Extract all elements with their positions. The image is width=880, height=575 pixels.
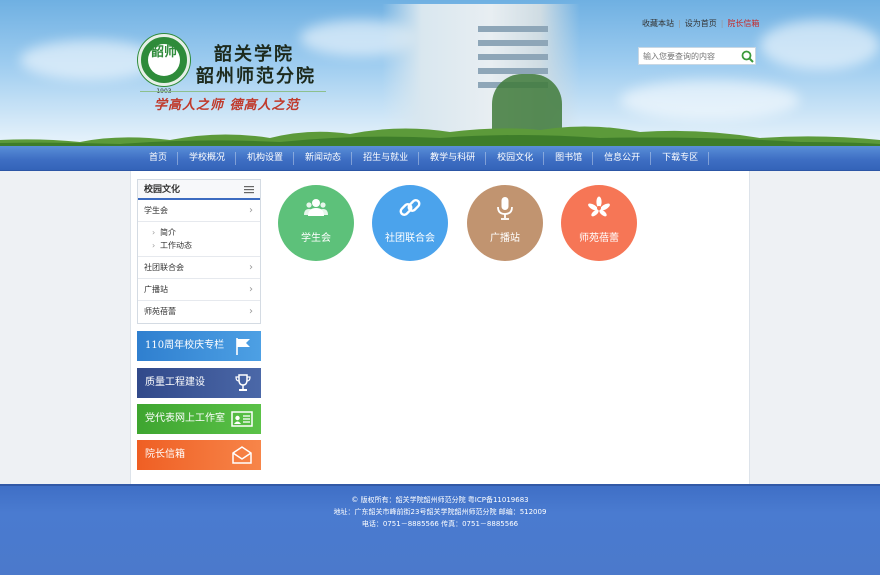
mail-icon — [232, 446, 252, 464]
circle-shiyuan-beilei[interactable]: 师苑蓓蕾 — [561, 185, 637, 261]
nav-teaching-research[interactable]: 教学与科研 — [419, 146, 487, 171]
sidebar-item-broadcast[interactable]: 广播站 › — [138, 279, 260, 301]
search-input[interactable] — [639, 48, 737, 64]
president-mailbox-link[interactable]: 院长信箱 — [727, 19, 759, 28]
circle-student-union[interactable]: 学生会 — [278, 185, 354, 261]
divider: | — [678, 19, 681, 28]
sidebar-sublist: 简介 工作动态 — [138, 222, 260, 257]
sidebar-item-student-union[interactable]: 学生会 › — [138, 200, 260, 222]
sidebar-menu: 校园文化 学生会› 简介 工作动态 社团联合会› 广播站› 师苑蓓蕾› — [137, 179, 261, 324]
nav-news[interactable]: 新闻动态 — [294, 146, 353, 171]
campus-building-image — [382, 4, 580, 134]
footer-copyright: © 版权所有：韶关学院韶州师范分院 粤ICP备11019683 — [351, 496, 529, 504]
circle-broadcast[interactable]: 广播站 — [467, 185, 543, 261]
nav-library[interactable]: 图书馆 — [544, 146, 594, 171]
sidebar-item-shiyuan-beilei[interactable]: 师苑蓓蕾 › — [138, 301, 260, 323]
sidebar-item-club-union[interactable]: 社团联合会 › — [138, 257, 260, 279]
chevron-right-icon: › — [249, 306, 253, 317]
banner-president-mailbox[interactable]: 院长信箱 — [137, 440, 261, 470]
trophy-icon — [235, 374, 251, 391]
banner-anniversary[interactable]: 110周年校庆专栏 — [137, 331, 261, 361]
circle-club-union[interactable]: 社团联合会 — [372, 185, 448, 261]
nav-admissions[interactable]: 招生与就业 — [352, 146, 420, 171]
search-icon — [741, 50, 754, 63]
footer-address: 地址：广东韶关市峰前街23号韶关学院韶州师范分院 邮编：512009 — [333, 508, 547, 516]
chevron-right-icon: › — [249, 284, 253, 295]
logo-divider — [140, 91, 326, 92]
sidebar-subitem-intro[interactable]: 简介 — [152, 226, 260, 239]
banner-quality-project[interactable]: 质量工程建设 — [137, 368, 261, 398]
header: 韶师 1903 韶关学院 韶州师范分院 学高人之师 德高人之范 收藏本站|设为首… — [0, 0, 880, 146]
chevron-right-icon: › — [249, 205, 253, 216]
treeline-decoration — [0, 126, 880, 146]
banner-party-rep-studio[interactable]: 党代表网上工作室 — [137, 404, 261, 434]
top-links: 收藏本站 | 设为首页 | 院长信箱 — [638, 18, 763, 29]
nav-home[interactable]: 首页 — [138, 146, 179, 171]
footer-contact: 电话：0751－8885566 传真：0751－8885566 — [361, 520, 519, 528]
nav-campus-culture[interactable]: 校园文化 — [486, 146, 545, 171]
school-motto: 学高人之师 德高人之范 — [154, 98, 300, 113]
main-nav: 首页 学校概况 机构设置 新闻动态 招生与就业 教学与科研 校园文化 图书馆 信… — [0, 146, 880, 171]
nav-downloads[interactable]: 下载专区 — [651, 146, 710, 171]
search-box — [638, 47, 756, 65]
flower-icon — [588, 196, 610, 217]
menu-icon[interactable] — [244, 185, 254, 194]
school-name-line2: 韶州师范分院 — [196, 66, 316, 87]
nav-info-disclosure[interactable]: 信息公开 — [593, 146, 652, 171]
flag-icon — [236, 338, 250, 355]
microphone-icon — [497, 197, 513, 220]
sidebar-title: 校园文化 — [138, 180, 260, 200]
users-icon — [304, 199, 328, 216]
nav-organization[interactable]: 机构设置 — [236, 146, 295, 171]
nav-about[interactable]: 学校概况 — [178, 146, 237, 171]
bookmark-link[interactable]: 收藏本站 — [642, 19, 674, 28]
school-seal-icon: 韶师 — [138, 34, 190, 86]
divider: | — [720, 19, 724, 28]
set-homepage-link[interactable]: 设为首页 — [685, 19, 717, 28]
sidebar: 校园文化 学生会› 简介 工作动态 社团联合会› 广播站› 师苑蓓蕾› — [137, 179, 261, 324]
id-card-icon — [231, 411, 253, 427]
search-button[interactable] — [738, 48, 756, 64]
chevron-right-icon: › — [249, 262, 253, 273]
footer: © 版权所有：韶关学院韶州师范分院 粤ICP备11019683 地址：广东韶关市… — [0, 484, 880, 575]
sidebar-subitem-news[interactable]: 工作动态 — [152, 239, 260, 252]
link-icon — [399, 199, 421, 216]
